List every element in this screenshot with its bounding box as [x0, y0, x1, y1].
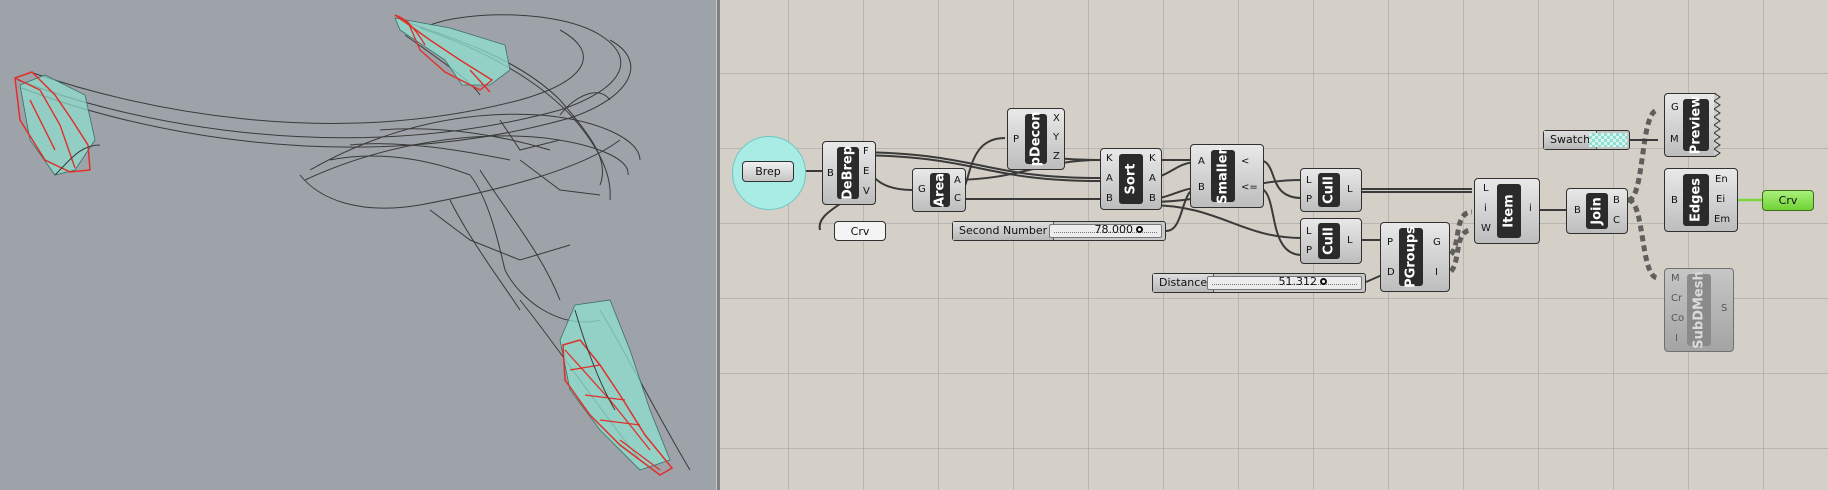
pdecon-output-x[interactable]: X	[1053, 113, 1060, 125]
sort-input-a[interactable]: A	[1106, 173, 1113, 185]
preview-input-m[interactable]: M	[1670, 134, 1679, 146]
area-input-g[interactable]: G	[918, 184, 926, 196]
deconstruct-brep-component[interactable]: B DeBrep F E V	[822, 141, 876, 205]
subdmesh-input-i[interactable]: I	[1675, 333, 1678, 345]
debrep-output-e[interactable]: E	[863, 166, 869, 178]
subdmesh-input-m[interactable]: M	[1671, 273, 1680, 285]
pgroups-input-p[interactable]: P	[1387, 237, 1393, 249]
edges-output-ei[interactable]: Ei	[1716, 194, 1725, 206]
smaller-output-le[interactable]: <=	[1241, 182, 1258, 194]
pdecon-nickname: pDecon	[1025, 112, 1047, 166]
debrep-input-b[interactable]: B	[827, 168, 834, 180]
join-input-b[interactable]: B	[1574, 205, 1581, 217]
wire-layer	[794, 107, 1762, 283]
brep-edges-component[interactable]: B Edges En Ei Em	[1664, 168, 1738, 232]
preview-zigzag-edge	[1714, 93, 1721, 157]
second-number-slider[interactable]: Second Number 78.000	[952, 221, 1166, 241]
subdmesh-input-cr[interactable]: Cr	[1671, 293, 1682, 305]
distance-slider-value: 51.312	[1278, 275, 1318, 288]
cull2-input-p[interactable]: P	[1306, 245, 1312, 257]
edges-output-em[interactable]: Em	[1714, 214, 1730, 226]
area-output-c[interactable]: C	[954, 193, 961, 205]
pgroups-nickname: PGroups	[1399, 226, 1423, 288]
sort-output-b[interactable]: B	[1149, 193, 1156, 205]
pdecon-input-p[interactable]: P	[1013, 134, 1019, 146]
distance-slider-knob[interactable]	[1320, 278, 1327, 285]
preview-input-g[interactable]: G	[1671, 102, 1679, 114]
smaller-input-b[interactable]: B	[1198, 182, 1205, 194]
pgroups-output-i[interactable]: I	[1435, 267, 1438, 279]
sort-list-component[interactable]: K A B Sort K A B	[1100, 148, 1162, 210]
subd-from-mesh-component[interactable]: M Cr Co I SubDMesh S	[1664, 268, 1734, 352]
cull-pattern-component-2[interactable]: L P Cull L	[1300, 218, 1362, 264]
second-number-slider-value: 78.000	[1094, 223, 1134, 236]
colour-swatch[interactable]: Swatch	[1543, 130, 1630, 150]
item-output-i[interactable]: i	[1529, 203, 1532, 215]
sort-input-k[interactable]: K	[1106, 153, 1113, 165]
area-output-a[interactable]: A	[954, 175, 961, 187]
deconstruct-point-component[interactable]: P pDecon X Y Z	[1007, 108, 1065, 170]
sort-nickname: Sort	[1119, 154, 1143, 204]
pdecon-output-z[interactable]: Z	[1053, 151, 1060, 163]
smaller-nickname: Smaller	[1211, 148, 1235, 204]
sort-input-b[interactable]: B	[1106, 193, 1113, 205]
pgroups-input-d[interactable]: D	[1387, 267, 1395, 279]
edges-nickname: Edges	[1683, 174, 1709, 226]
join-output-b[interactable]: B	[1613, 195, 1620, 207]
join-output-c[interactable]: C	[1613, 215, 1620, 227]
cull2-output-l[interactable]: L	[1347, 235, 1353, 247]
subdmesh-nickname: SubDMesh	[1687, 271, 1711, 349]
join-nickname: Join	[1586, 193, 1608, 229]
area-component[interactable]: G Area A C	[912, 168, 966, 212]
brep-param-label: Brep	[755, 165, 781, 178]
smaller-than-component[interactable]: A B Smaller < <=	[1190, 144, 1264, 208]
edges-output-en[interactable]: En	[1715, 174, 1728, 186]
debrep-output-v[interactable]: V	[863, 186, 870, 198]
smaller-output-lt[interactable]: <	[1241, 156, 1249, 168]
sort-output-a[interactable]: A	[1149, 173, 1156, 185]
custom-preview-component[interactable]: G M Preview	[1664, 93, 1716, 157]
item-input-l[interactable]: L	[1483, 183, 1489, 195]
cull1-nickname: Cull	[1318, 173, 1340, 207]
viewport-geometry	[14, 14, 691, 476]
cull2-nickname: Cull	[1318, 223, 1340, 259]
rhino-viewport[interactable]	[0, 0, 716, 490]
sort-output-k[interactable]: K	[1149, 153, 1156, 165]
preview-nickname: Preview	[1683, 96, 1709, 154]
curve-param-label: Crv	[850, 225, 870, 238]
cull2-input-l[interactable]: L	[1306, 226, 1312, 238]
brep-param[interactable]: Brep	[742, 161, 794, 182]
debrep-output-f[interactable]: F	[863, 146, 869, 158]
cull1-input-l[interactable]: L	[1306, 175, 1312, 187]
pdecon-output-y[interactable]: Y	[1053, 132, 1059, 144]
join-curves-component[interactable]: B Join B C	[1566, 188, 1628, 234]
subdmesh-input-co[interactable]: Co	[1671, 313, 1684, 325]
curve-output-param[interactable]: Crv	[1762, 190, 1814, 211]
distance-slider[interactable]: Distance 51.312	[1152, 273, 1366, 293]
curve-output-param-label: Crv	[1778, 194, 1798, 207]
grasshopper-canvas[interactable]: Brep B DeBrep F E V Crv G Area A C P pDe…	[720, 0, 1828, 490]
edges-input-b[interactable]: B	[1671, 195, 1678, 207]
point-groups-component[interactable]: P D PGroups G I	[1380, 222, 1450, 292]
smaller-input-a[interactable]: A	[1198, 156, 1205, 168]
item-nickname: Item	[1497, 184, 1521, 238]
subdmesh-output-s[interactable]: S	[1721, 303, 1727, 315]
debrep-nickname: DeBrep	[837, 146, 859, 200]
cull1-input-p[interactable]: P	[1306, 194, 1312, 206]
cull1-output-l[interactable]: L	[1347, 184, 1353, 196]
distance-slider-label: Distance	[1153, 274, 1215, 292]
curve-param[interactable]: Crv	[834, 221, 886, 241]
colour-swatch-color[interactable]	[1589, 133, 1627, 147]
second-number-slider-knob[interactable]	[1136, 226, 1143, 233]
item-input-i[interactable]: i	[1484, 203, 1487, 215]
area-nickname: Area	[930, 173, 950, 207]
pgroups-output-g[interactable]: G	[1433, 237, 1441, 249]
cull-pattern-component-1[interactable]: L P Cull L	[1300, 168, 1362, 212]
second-number-slider-label: Second Number	[953, 222, 1055, 240]
item-input-w[interactable]: W	[1481, 223, 1491, 235]
list-item-component[interactable]: L i W Item i	[1474, 178, 1540, 244]
